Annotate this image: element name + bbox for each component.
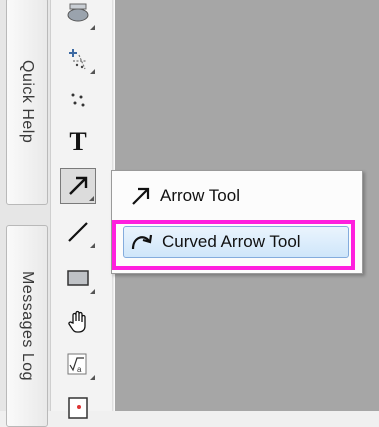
tab-quick-help[interactable]: Quick Help	[6, 0, 48, 205]
scatter-tool-button[interactable]	[60, 82, 96, 118]
data-reader-tool-button[interactable]	[60, 40, 96, 76]
arrow-icon	[132, 187, 150, 205]
image-tool-icon	[68, 397, 88, 419]
arrow-tool-flyout-menu: Arrow Tool Curved Arrow Tool	[111, 170, 363, 274]
scatter-points-icon	[71, 93, 85, 107]
arrow-tool-icon	[69, 176, 88, 195]
menu-item-arrow-tool-label: Arrow Tool	[160, 186, 240, 205]
curved-arrow-icon	[131, 234, 153, 250]
menu-item-arrow-tool[interactable]: Arrow Tool	[130, 185, 240, 207]
line-tool-icon	[68, 222, 88, 242]
tab-quick-help-label: Quick Help	[19, 59, 36, 144]
tab-messages-log-label: Messages Log	[19, 270, 36, 382]
mask-tool-button[interactable]	[60, 0, 96, 32]
text-tool-button[interactable]: T	[60, 124, 96, 160]
dock-panel: Quick Help Messages Log	[0, 0, 51, 427]
line-tool-button[interactable]	[60, 214, 96, 250]
formula-tool-button[interactable]: a	[60, 346, 96, 382]
hand-tool-button[interactable]	[60, 304, 96, 340]
tab-messages-log[interactable]: Messages Log	[6, 225, 48, 427]
formula-tool-icon: a	[67, 353, 87, 375]
arrow-tool-button[interactable]	[60, 168, 96, 204]
mask-icon	[67, 3, 89, 22]
menu-item-curved-arrow-tool-label: Curved Arrow Tool	[162, 232, 301, 251]
hand-tool-icon	[68, 310, 86, 333]
menu-item-curved-arrow-tool[interactable]: Curved Arrow Tool	[123, 226, 349, 258]
rectangle-tool-button[interactable]	[60, 260, 96, 296]
data-reader-icon	[69, 49, 87, 70]
svg-text:a: a	[77, 365, 82, 374]
rectangle-tool-icon	[67, 270, 89, 286]
image-tool-button[interactable]	[60, 390, 96, 426]
text-tool-icon: T	[69, 127, 87, 156]
